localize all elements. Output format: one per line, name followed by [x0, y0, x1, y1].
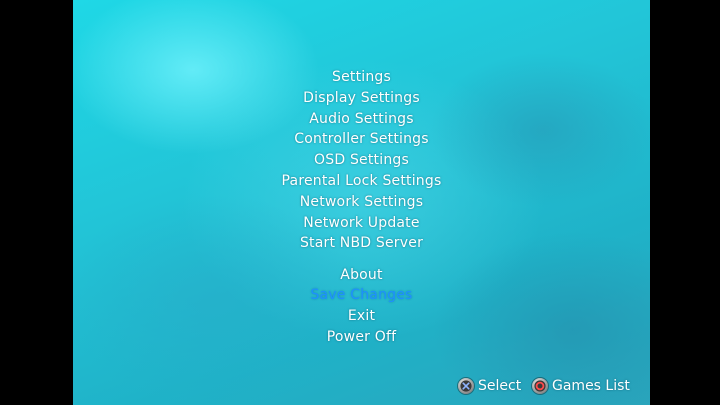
menu-item-osd-settings[interactable]: OSD Settings — [73, 150, 650, 171]
cross-button-icon — [458, 378, 474, 394]
circle-button-icon — [532, 378, 548, 394]
menu-item-audio-settings[interactable]: Audio Settings — [73, 109, 650, 130]
menu-gap — [73, 254, 650, 265]
menu-item-start-nbd-server[interactable]: Start NBD Server — [73, 233, 650, 254]
menu-item-network-settings[interactable]: Network Settings — [73, 192, 650, 213]
select-label: Select — [478, 378, 522, 394]
games-list-hint[interactable]: Games List — [532, 376, 630, 396]
menu-item-power-off[interactable]: Power Off — [73, 327, 650, 348]
menu-item-display-settings[interactable]: Display Settings — [73, 88, 650, 109]
button-hints: Select Games List — [73, 376, 650, 398]
menu-item-network-update[interactable]: Network Update — [73, 213, 650, 234]
menu-item-parental-lock-settings[interactable]: Parental Lock Settings — [73, 171, 650, 192]
settings-menu: Settings Display Settings Audio Settings… — [73, 67, 650, 348]
select-hint[interactable]: Select — [458, 376, 521, 396]
osd-screen: Settings Display Settings Audio Settings… — [73, 0, 650, 405]
menu-item-settings[interactable]: Settings — [73, 67, 650, 88]
games-list-label: Games List — [552, 378, 630, 394]
menu-item-controller-settings[interactable]: Controller Settings — [73, 129, 650, 150]
menu-item-about[interactable]: About — [73, 265, 650, 286]
menu-item-exit[interactable]: Exit — [73, 306, 650, 327]
menu-item-save-changes[interactable]: Save Changes — [73, 285, 650, 306]
